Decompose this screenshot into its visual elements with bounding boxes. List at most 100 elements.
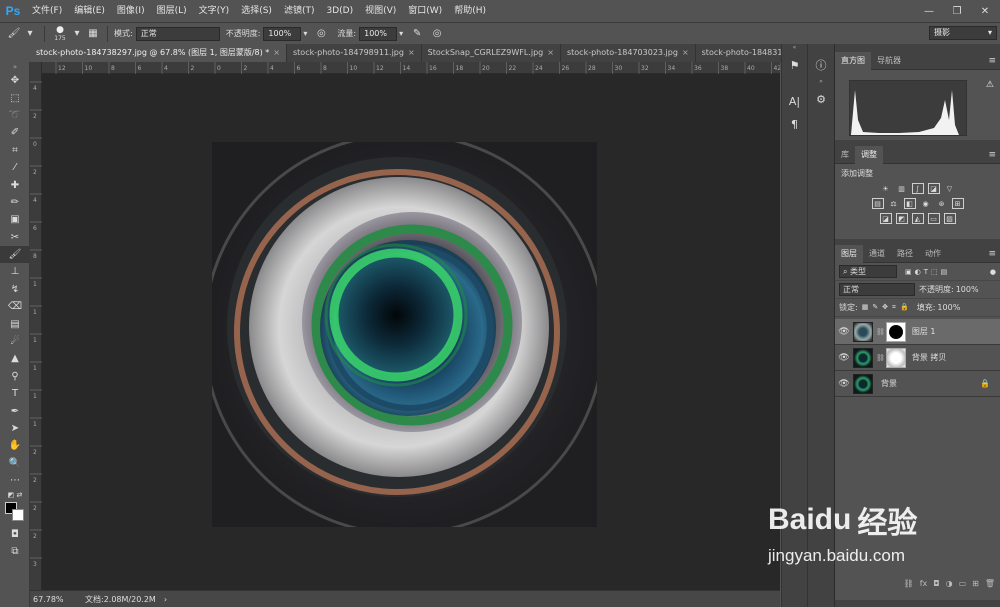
tab-layers[interactable]: 图层 [835, 244, 863, 263]
lock-icons[interactable]: ▦✎✥⌗🔒 [862, 303, 913, 312]
close-tab-icon[interactable]: × [273, 48, 280, 57]
invert-icon[interactable]: ◪ [879, 213, 892, 224]
tab-channels[interactable]: 通道 [863, 245, 891, 263]
menu-view[interactable]: 视图(V) [359, 0, 402, 22]
crop-tool-icon[interactable]: ⌗ [0, 142, 30, 159]
restore-icon[interactable]: ❐ [943, 0, 971, 22]
layer-mask-thumbnail[interactable] [885, 321, 906, 342]
black-white-icon[interactable]: ◧ [903, 198, 916, 209]
healing-tool-icon[interactable]: ✚ [0, 176, 30, 193]
dodge-tool-icon[interactable]: ⚲ [0, 368, 30, 385]
menu-image[interactable]: 图像(I) [111, 0, 151, 22]
menu-select[interactable]: 选择(S) [235, 0, 278, 22]
toolbar-collapse-icon[interactable]: » [0, 62, 30, 72]
workspace-select[interactable]: 摄影 ▾ [929, 26, 997, 40]
info-panel-icon[interactable]: ⓘ [810, 55, 832, 75]
menu-file[interactable]: 文件(F) [26, 0, 68, 22]
tab-histogram[interactable]: 直方图 [835, 51, 871, 70]
color-balance-icon[interactable]: ⚖ [888, 198, 900, 209]
tab-document-4[interactable]: stock-photo-184703023.jpg × [560, 44, 696, 62]
levels-icon[interactable]: ▥ [896, 183, 908, 194]
tab-paths[interactable]: 路径 [891, 245, 919, 263]
menu-filter[interactable]: 滤镜(T) [278, 0, 321, 22]
blur-tool-icon[interactable]: ☄ [0, 333, 30, 350]
exposure-icon[interactable]: ◪ [927, 183, 940, 194]
history-brush-tool-icon[interactable]: ↯ [0, 281, 30, 298]
menu-type[interactable]: 文字(Y) [193, 0, 236, 22]
stamp-panel-icon[interactable]: ⚑ [784, 55, 806, 75]
tab-navigator[interactable]: 导航器 [871, 52, 907, 70]
trash-icon[interactable]: 🗑 [985, 579, 995, 595]
hue-saturation-icon[interactable]: ▤ [871, 198, 884, 209]
panel-menu-icon[interactable]: ≡ [988, 249, 1000, 259]
frame-tool-icon[interactable]: ▣ [0, 211, 30, 228]
posterize-icon[interactable]: ◩ [895, 213, 908, 224]
expand-icon[interactable]: » [808, 78, 834, 86]
expand-icon[interactable]: « [782, 44, 807, 52]
menu-layer[interactable]: 图层(L) [151, 0, 193, 22]
stamp-tool-icon[interactable]: ⊥ [0, 263, 30, 280]
close-icon[interactable]: ✕ [971, 0, 999, 22]
curves-icon[interactable]: ∫ [911, 183, 924, 194]
filter-toggle-icon[interactable]: ● [990, 268, 996, 276]
tab-document-3[interactable]: StockSnap_CGRLEZ9WFL.jpg × [421, 44, 561, 62]
selective-color-icon[interactable]: ▨ [943, 213, 956, 224]
quick-select-tool-icon[interactable]: ✐ [0, 124, 30, 141]
channel-mixer-icon[interactable]: ⊛ [936, 198, 948, 209]
move-tool-icon[interactable]: ✥ [0, 72, 30, 89]
properties-panel-icon[interactable]: ⚙ [810, 89, 832, 109]
chevron-down-icon[interactable]: ▾ [399, 29, 403, 38]
color-lookup-icon[interactable]: ⊞ [951, 198, 964, 209]
screen-mode-icon[interactable]: ⧉ [0, 543, 30, 560]
visibility-eye-icon[interactable]: 👁 [835, 379, 853, 389]
layer-row[interactable]: 👁 ⛓ 图层 1 [835, 319, 1000, 345]
canvas-area[interactable] [42, 74, 780, 590]
opacity-input[interactable]: 100% [263, 26, 302, 41]
menu-3d[interactable]: 3D(D) [320, 0, 359, 22]
patch-tool-icon[interactable]: ✂ [0, 229, 30, 246]
eyedropper-tool-icon[interactable]: ⁄ [0, 159, 30, 176]
tab-document-2[interactable]: stock-photo-184798911.jpg × [287, 44, 422, 62]
chevron-down-icon[interactable]: ▾ [69, 26, 85, 42]
close-tab-icon[interactable]: × [547, 48, 554, 57]
gradient-map-icon[interactable]: ▭ [927, 213, 940, 224]
menu-window[interactable]: 窗口(W) [402, 0, 448, 22]
visibility-eye-icon[interactable]: 👁 [835, 353, 853, 363]
photo-filter-icon[interactable]: ◉ [920, 198, 932, 209]
lasso-tool-icon[interactable]: ➰ [0, 107, 30, 124]
warning-icon[interactable]: ⚠ [986, 80, 994, 90]
vibrance-icon[interactable]: ▽ [944, 183, 956, 194]
gradient-tool-icon[interactable]: ▤ [0, 315, 30, 332]
link-icon[interactable]: ⛓ [876, 354, 885, 362]
chevron-down-icon[interactable]: ▾ [22, 26, 38, 42]
menu-help[interactable]: 帮助(H) [448, 0, 492, 22]
background-color[interactable] [12, 509, 24, 522]
tab-adjustments[interactable]: 调整 [855, 145, 883, 164]
lock-icon[interactable]: 🔒 [980, 379, 990, 388]
more-tools-icon[interactable]: ⋯ [0, 472, 30, 489]
brush-preset-picker[interactable]: ● 175 [51, 25, 69, 42]
color-swatches[interactable] [0, 501, 30, 525]
path-select-tool-icon[interactable]: ➤ [0, 420, 30, 437]
blend-mode-select[interactable]: 正常 [839, 283, 915, 296]
zoom-tool-icon[interactable]: 🔍 [0, 455, 30, 472]
panel-menu-icon[interactable]: ≡ [988, 150, 1000, 160]
sharpen-tool-icon[interactable]: ▲ [0, 350, 30, 367]
pressure-opacity-icon[interactable]: ◎ [313, 26, 329, 42]
filter-kind-select[interactable]: ⌕ 类型 [839, 265, 897, 278]
brush-tool-icon[interactable]: 🖌 [6, 26, 22, 42]
link-icon[interactable]: ⛓ [876, 328, 885, 336]
tab-actions[interactable]: 动作 [919, 245, 947, 263]
tab-library[interactable]: 库 [835, 146, 855, 164]
close-tab-icon[interactable]: × [682, 48, 689, 57]
mode-select[interactable]: 正常 [135, 26, 220, 41]
threshold-icon[interactable]: ◭ [911, 213, 924, 224]
pen-tool-icon[interactable]: ✒ [0, 402, 30, 419]
layer-mask-thumbnail[interactable] [885, 347, 906, 368]
tab-document-1[interactable]: stock-photo-184738297.jpg @ 67.8% (图层 1,… [30, 44, 287, 62]
close-tab-icon[interactable]: × [408, 48, 415, 57]
brightness-icon[interactable]: ☀ [880, 183, 892, 194]
type-tool-icon[interactable]: T [0, 385, 30, 402]
filter-icons[interactable]: ▣◐T⬚▤ [905, 268, 950, 276]
chevron-down-icon[interactable]: ▾ [303, 29, 307, 38]
